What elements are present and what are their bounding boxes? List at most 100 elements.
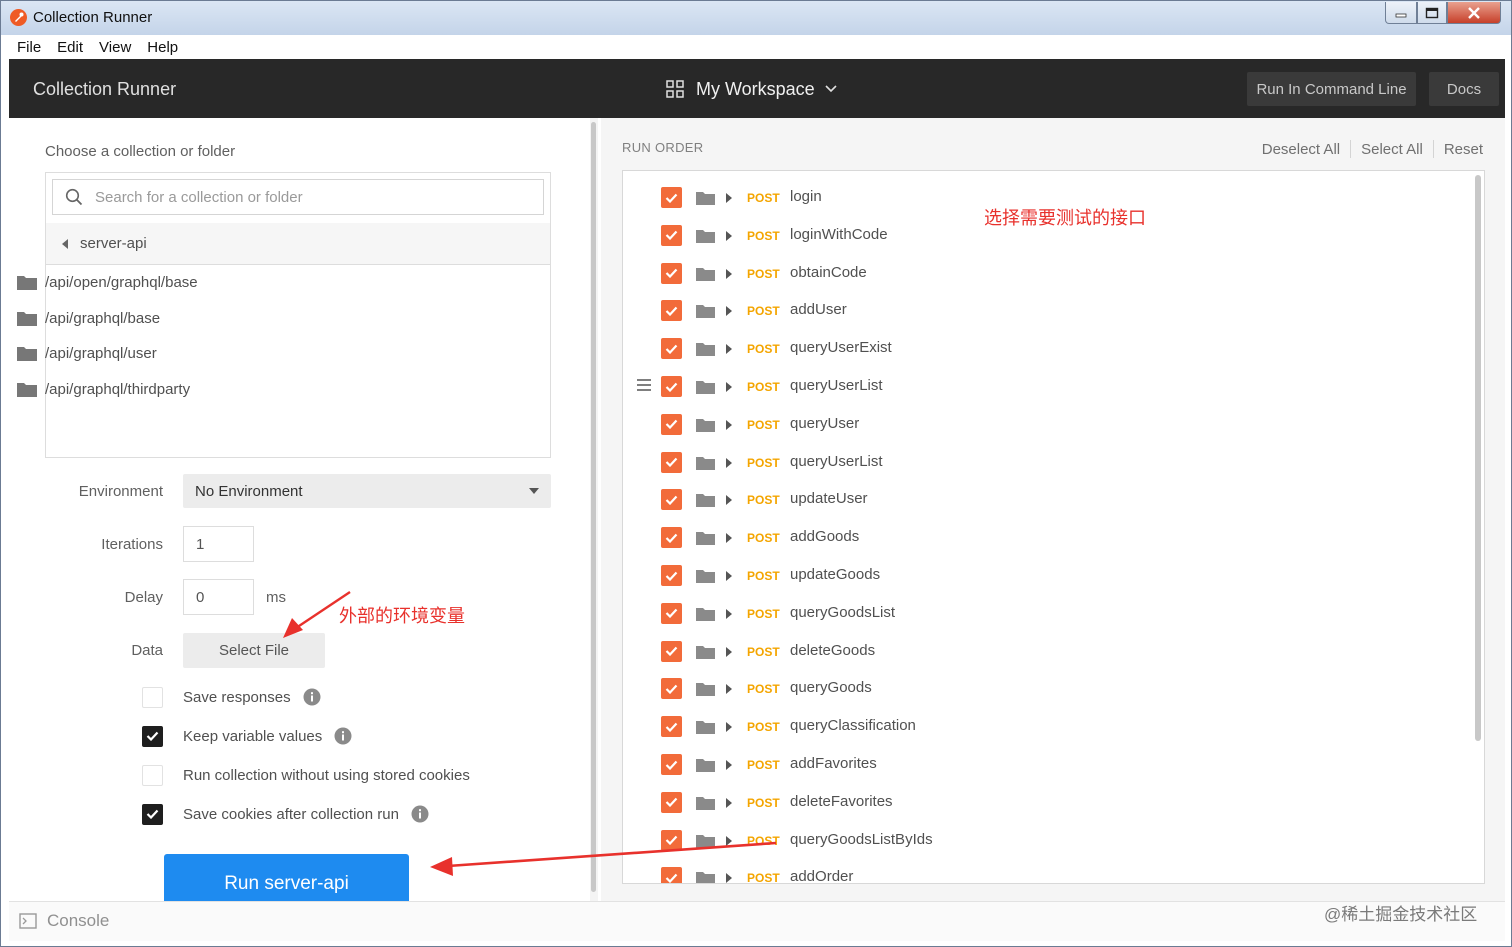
caret-right-icon[interactable]	[726, 684, 732, 695]
request-checkbox[interactable]	[661, 602, 682, 624]
iterations-input[interactable]: 1	[183, 526, 254, 562]
workspace-switcher[interactable]: My Workspace	[666, 77, 837, 101]
request-method: POST	[747, 417, 780, 432]
caret-right-icon[interactable]	[726, 797, 732, 808]
request-checkbox[interactable]	[661, 489, 682, 511]
request-checkbox[interactable]	[661, 338, 682, 360]
collection-folder-item[interactable]: /api/graphql/thirdparty	[17, 377, 190, 401]
request-row[interactable]: POST addFavorites	[623, 746, 1473, 784]
menu-file[interactable]: File	[9, 39, 49, 56]
request-checkbox[interactable]	[661, 640, 682, 662]
caret-right-icon[interactable]	[726, 760, 732, 770]
caret-right-icon[interactable]	[726, 193, 732, 203]
left-scrollbar[interactable]	[590, 118, 598, 901]
request-checkbox[interactable]	[661, 829, 682, 851]
request-checkbox[interactable]	[661, 565, 682, 586]
request-row[interactable]: POST queryUserList	[623, 368, 1473, 406]
console-toggle[interactable]: Console	[19, 911, 109, 931]
request-checkbox[interactable]	[661, 376, 682, 397]
option-checkbox[interactable]	[142, 764, 163, 786]
breadcrumb[interactable]: server-api	[46, 223, 550, 265]
request-checkbox[interactable]	[661, 527, 682, 549]
left-scrollbar-thumb[interactable]	[591, 122, 596, 892]
maximize-button[interactable]	[1417, 2, 1447, 24]
request-row[interactable]: POST queryGoods	[623, 670, 1473, 708]
drag-handle-icon[interactable]	[637, 379, 651, 391]
collection-folder-item[interactable]: /api/open/graphql/base	[17, 270, 198, 294]
caret-right-icon[interactable]	[726, 646, 732, 657]
request-row[interactable]: POST addGoods	[623, 519, 1473, 557]
search-icon	[65, 188, 83, 206]
collection-folder-item[interactable]: /api/graphql/base	[17, 306, 160, 330]
request-row[interactable]: POST deleteFavorites	[623, 784, 1473, 822]
annotation-select-api: 选择需要测试的接口	[984, 208, 1146, 229]
request-row[interactable]: POST queryGoodsList	[623, 595, 1473, 633]
delay-unit: ms	[266, 589, 286, 606]
option-label: Save responses	[183, 688, 291, 706]
caret-right-icon[interactable]	[726, 306, 732, 317]
run-in-command-line-button[interactable]: Run In Command Line	[1247, 72, 1416, 106]
request-list-scrollbar-thumb[interactable]	[1475, 175, 1481, 741]
request-checkbox[interactable]	[661, 791, 682, 813]
caret-right-icon[interactable]	[726, 608, 732, 619]
request-checkbox[interactable]	[661, 678, 682, 700]
select-file-button[interactable]: Select File	[183, 633, 325, 668]
title-bar: Collection Runner	[1, 1, 1511, 35]
option-checkbox[interactable]	[142, 725, 163, 747]
request-checkbox[interactable]	[661, 413, 682, 435]
close-button[interactable]	[1447, 2, 1501, 24]
caret-right-icon[interactable]	[726, 873, 732, 883]
select-all-button[interactable]: Select All	[1361, 141, 1423, 158]
request-row[interactable]: POST queryUser	[623, 406, 1473, 444]
delay-input[interactable]: 0	[183, 579, 254, 615]
request-checkbox[interactable]	[661, 867, 682, 883]
caret-right-icon[interactable]	[726, 344, 732, 355]
option-checkbox[interactable]	[142, 686, 163, 708]
request-row[interactable]: POST queryUserExist	[623, 330, 1473, 368]
request-checkbox[interactable]	[661, 224, 682, 246]
request-checkbox[interactable]	[661, 451, 682, 473]
environment-select[interactable]: No Environment	[183, 474, 551, 508]
caret-right-icon[interactable]	[726, 533, 732, 544]
request-checkbox[interactable]	[661, 754, 682, 775]
caret-right-icon[interactable]	[726, 835, 732, 846]
info-icon[interactable]	[411, 805, 429, 823]
caret-right-icon[interactable]	[726, 457, 732, 468]
request-row[interactable]: POST obtainCode	[623, 255, 1473, 293]
caret-right-icon[interactable]	[726, 722, 732, 733]
docs-button[interactable]: Docs	[1429, 72, 1499, 106]
caret-right-icon[interactable]	[726, 495, 732, 506]
info-icon[interactable]	[334, 727, 352, 745]
caret-right-icon[interactable]	[726, 268, 732, 279]
menu-edit[interactable]: Edit	[49, 39, 91, 56]
menu-help[interactable]: Help	[139, 39, 186, 56]
minimize-button[interactable]	[1385, 2, 1417, 24]
menu-view[interactable]: View	[91, 39, 139, 56]
caret-right-icon[interactable]	[726, 419, 732, 430]
request-row[interactable]: POST queryClassification	[623, 708, 1473, 746]
request-checkbox[interactable]	[661, 716, 682, 738]
deselect-all-button[interactable]: Deselect All	[1262, 141, 1340, 158]
reset-button[interactable]: Reset	[1444, 141, 1483, 158]
folder-icon	[17, 311, 37, 326]
run-collection-button[interactable]: Run server-api	[164, 854, 409, 901]
check-icon	[665, 231, 678, 241]
request-row[interactable]: POST deleteGoods	[623, 633, 1473, 671]
request-row[interactable]: POST queryGoodsListByIds	[623, 822, 1473, 860]
caret-right-icon[interactable]	[726, 230, 732, 241]
option-checkbox[interactable]	[142, 803, 163, 825]
folder-icon	[696, 645, 715, 659]
request-row[interactable]: POST addOrder	[623, 859, 1473, 883]
collection-folder-item[interactable]: /api/graphql/user	[17, 341, 157, 365]
request-row[interactable]: POST updateUser	[623, 481, 1473, 519]
caret-right-icon[interactable]	[726, 382, 732, 392]
request-row[interactable]: POST updateGoods	[623, 557, 1473, 595]
request-row[interactable]: POST queryUserList	[623, 444, 1473, 482]
request-checkbox[interactable]	[661, 262, 682, 284]
search-input[interactable]	[95, 180, 535, 214]
caret-right-icon[interactable]	[726, 571, 732, 581]
info-icon[interactable]	[303, 688, 321, 706]
request-row[interactable]: POST addUser	[623, 292, 1473, 330]
request-checkbox[interactable]	[661, 300, 682, 322]
request-checkbox[interactable]	[661, 187, 682, 208]
